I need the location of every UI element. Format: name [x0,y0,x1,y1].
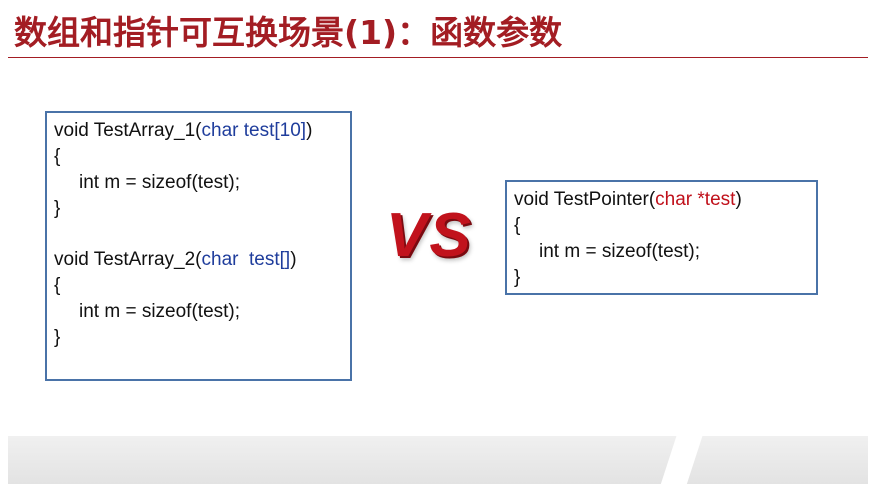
code-line-testpointer-signature: void TestPointer(char *test) [514,187,816,213]
code-line-brace-open: { [514,215,521,236]
vs-label: VS [386,201,473,270]
code-line-sizeof: int m = sizeof(test); [79,172,241,193]
code-line-brace-close: } [54,198,61,219]
slide-title: 数组和指针可互换场景(1)：函数参数 [14,13,563,52]
signature-prefix: void TestArray_2( [54,249,202,270]
signature-suffix: ) [735,189,742,210]
pointer-param-code-box: void TestPointer(char *test) { int m = s… [505,180,818,295]
code-line-brace-open: { [54,275,61,296]
code-line-sizeof: int m = sizeof(test); [539,241,701,262]
param-pointer: char *test [655,189,736,210]
code-line-brace-open: { [54,146,61,167]
code-line-sizeof: int m = sizeof(test); [79,301,241,322]
signature-prefix: void TestPointer( [514,189,656,210]
code-line-testarray1-signature: void TestArray_1(char test[10]) [54,118,350,144]
param-array-unsized: char test[] [201,249,291,270]
array-param-code-box: void TestArray_1(char test[10]) { int m … [45,111,352,381]
title-divider [8,57,868,58]
param-array-sized: char test[10] [201,120,307,141]
code-line-testarray2-signature: void TestArray_2(char test[]) [54,247,350,273]
signature-suffix: ) [306,120,313,141]
code-line-brace-close: } [54,327,61,348]
code-line-brace-close: } [514,267,521,288]
signature-suffix: ) [290,249,297,270]
footer-band [8,436,868,484]
signature-prefix: void TestArray_1( [54,120,202,141]
